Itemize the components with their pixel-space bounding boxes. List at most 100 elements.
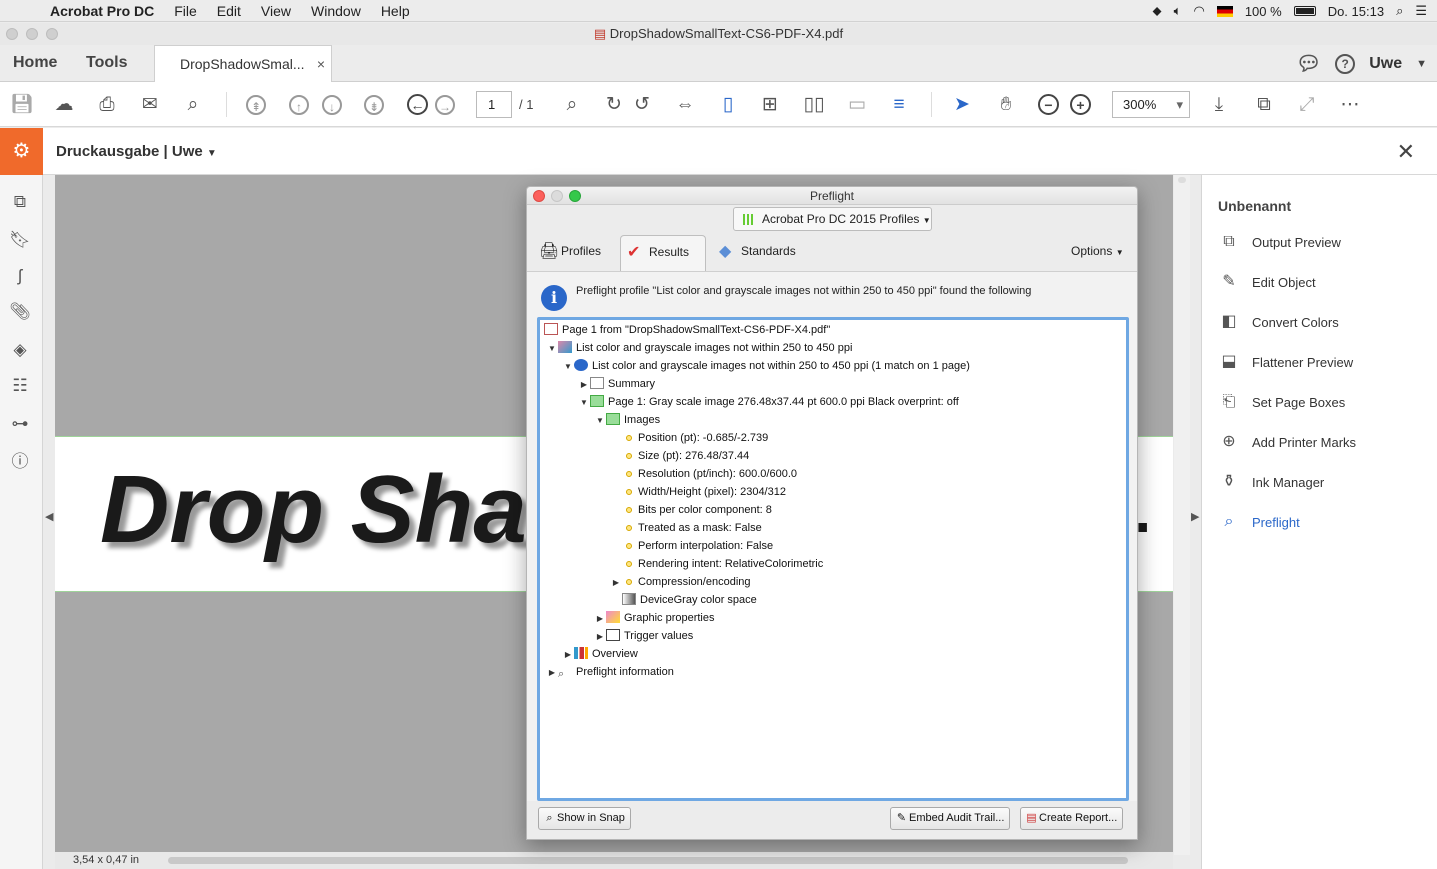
tool-preflight[interactable]: ⌕ Preflight xyxy=(1218,511,1428,533)
menu-file[interactable]: File xyxy=(164,3,207,19)
tree-row-rendering-intent[interactable]: Rendering intent: RelativeColorimetric xyxy=(622,555,823,573)
tree-row-graphic-properties[interactable]: ▶ Graphic properties xyxy=(594,609,715,627)
close-window-button[interactable] xyxy=(6,28,18,40)
scrolling-mode-icon[interactable]: ⊞ xyxy=(758,93,782,117)
previous-view-icon[interactable]: ← xyxy=(407,94,428,115)
last-page-icon[interactable]: ⇟ xyxy=(364,95,384,115)
page-thumbnails-icon[interactable]: ⧉ xyxy=(1252,93,1276,117)
user-name[interactable]: Uwe xyxy=(1369,55,1402,73)
next-view-icon[interactable]: → xyxy=(435,95,455,115)
tree-row-interpolation[interactable]: Perform interpolation: False xyxy=(622,537,773,555)
fit-width-icon[interactable]: ⇔ xyxy=(673,93,697,117)
tree-row-colorspace[interactable]: DeviceGray color space xyxy=(622,591,757,609)
tree-row-bits[interactable]: Bits per color component: 8 xyxy=(622,501,772,519)
print-production-tool-icon[interactable] xyxy=(0,128,43,175)
content-panel-icon[interactable]: ⊶ xyxy=(9,413,31,435)
spotlight-icon[interactable]: ⌕ xyxy=(1396,3,1403,19)
minimize-window-button[interactable] xyxy=(26,28,38,40)
tree-row-size[interactable]: Size (pt): 276.48/37.44 xyxy=(622,447,749,465)
tool-flattener-preview[interactable]: ⬓ Flattener Preview xyxy=(1218,351,1428,373)
tool-set-page-boxes[interactable]: ⎗ Set Page Boxes xyxy=(1218,391,1428,413)
dropbox-icon[interactable]: ⬥ xyxy=(1153,3,1162,19)
zoom-level-select[interactable]: 300% xyxy=(1112,91,1190,118)
previous-page-icon[interactable]: ↑ xyxy=(289,95,309,115)
disclosure-collapsed-icon[interactable]: ▶ xyxy=(546,664,558,682)
create-report-button[interactable]: ▤ Create Report... xyxy=(1020,807,1124,830)
menu-view[interactable]: View xyxy=(251,3,301,19)
tree-row-images[interactable]: ▼ Images xyxy=(594,411,660,429)
bookmarks-icon[interactable]: 🔖︎ xyxy=(9,229,31,251)
tree-row-overview[interactable]: ▶ Overview xyxy=(562,645,638,663)
tags-icon[interactable]: ⓘ xyxy=(9,451,31,473)
search-icon[interactable]: ⌕ xyxy=(181,93,205,117)
more-tools-icon[interactable]: ⋯ xyxy=(1338,93,1362,117)
layers-icon[interactable]: ◈ xyxy=(9,339,31,361)
collapse-left-pane-icon[interactable]: ◀ xyxy=(45,510,53,523)
page-thumbnails-nav-icon[interactable]: ⧉ xyxy=(9,191,31,213)
zoom-window-button[interactable] xyxy=(46,28,58,40)
tool-output-preview[interactable]: ⧉ Output Preview xyxy=(1218,231,1428,253)
print-icon[interactable]: ⎙ xyxy=(95,93,119,117)
order-panel-icon[interactable]: ☷ xyxy=(9,375,31,397)
tree-row-page-file[interactable]: Page 1 from "DropShadowSmallText-CS6-PDF… xyxy=(544,321,830,339)
signatures-icon[interactable]: ʃ xyxy=(9,265,31,287)
tool-add-printer-marks[interactable]: ⊕ Add Printer Marks xyxy=(1218,431,1428,453)
tab-profiles[interactable]: 🖨︎ Profiles xyxy=(535,235,613,271)
save-icon[interactable]: 💾︎ xyxy=(10,93,34,117)
page-number-input[interactable]: 1 xyxy=(476,91,512,118)
tool-set-chevron-icon[interactable]: ▼ xyxy=(207,148,217,159)
dialog-zoom-button[interactable] xyxy=(569,190,581,202)
rotate-clockwise-icon[interactable]: ↻ xyxy=(602,93,626,117)
rotate-counterclockwise-icon[interactable]: ↺ xyxy=(630,93,654,117)
tool-convert-colors[interactable]: ◧ Convert Colors xyxy=(1218,311,1428,333)
attachments-icon[interactable]: 📎︎ xyxy=(9,301,31,323)
tree-row-compression[interactable]: ▶ Compression/encoding xyxy=(610,573,751,591)
horizontal-scrollbar[interactable] xyxy=(168,857,1128,864)
menu-window[interactable]: Window xyxy=(301,3,371,19)
disclosure-expanded-icon[interactable]: ▼ xyxy=(562,358,574,376)
menu-edit[interactable]: Edit xyxy=(207,3,251,19)
notification-center-icon[interactable]: ☰ xyxy=(1415,3,1427,19)
volume-icon[interactable]: 🔈︎ xyxy=(1174,3,1182,19)
tab-results[interactable]: ✔ Results xyxy=(620,235,706,271)
tab-tools[interactable]: Tools xyxy=(86,45,127,82)
wifi-icon[interactable]: ◠ xyxy=(1193,3,1204,19)
embed-audit-trail-button[interactable]: ✎ Embed Audit Trail... xyxy=(890,807,1011,830)
tree-row-summary[interactable]: ▶ Summary xyxy=(578,375,655,393)
dialog-close-button[interactable] xyxy=(533,190,545,202)
tree-row-pixel-dimensions[interactable]: Width/Height (pixel): 2304/312 xyxy=(622,483,786,501)
clock[interactable]: Do. 15:13 xyxy=(1328,4,1384,19)
disclosure-collapsed-icon[interactable]: ▶ xyxy=(562,646,574,664)
results-tree[interactable]: Page 1 from "DropShadowSmallText-CS6-PDF… xyxy=(537,317,1129,801)
tree-row-image-hit[interactable]: ▼ Page 1: Gray scale image 276.48x37.44 p… xyxy=(578,393,959,411)
user-menu-chevron-icon[interactable]: ▼ xyxy=(1416,58,1427,70)
zoom-out-icon[interactable]: − xyxy=(1038,94,1059,115)
fit-page-icon[interactable]: ⤓ xyxy=(1207,93,1231,117)
disclosure-collapsed-icon[interactable]: ▶ xyxy=(610,574,622,592)
upload-icon[interactable]: ☁ xyxy=(52,93,76,117)
disclosure-expanded-icon[interactable]: ▼ xyxy=(546,340,558,358)
tree-row-check[interactable]: ▼ List color and grayscale images not wit… xyxy=(562,357,970,375)
vertical-scrollbar[interactable] xyxy=(1174,175,1190,855)
options-menu[interactable]: Options ▼ xyxy=(1071,244,1124,258)
tool-edit-object[interactable]: ✎ Edit Object xyxy=(1218,271,1428,293)
close-tool-set-icon[interactable]: ✕ xyxy=(1397,128,1415,175)
reading-mode-icon[interactable]: ≡ xyxy=(887,93,911,117)
marquee-zoom-icon[interactable]: ⌕ xyxy=(560,93,584,117)
select-tool-icon[interactable]: ➤ xyxy=(950,93,974,117)
input-source-flag-icon[interactable] xyxy=(1216,5,1233,17)
tree-row-resolution[interactable]: Resolution (pt/inch): 600.0/600.0 xyxy=(622,465,797,483)
disclosure-collapsed-icon[interactable]: ▶ xyxy=(594,610,606,628)
zoom-in-icon[interactable]: + xyxy=(1070,94,1091,115)
single-page-icon[interactable]: ▯ xyxy=(716,93,740,117)
tab-standards[interactable]: ◆ Standards xyxy=(717,235,807,271)
hand-tool-icon[interactable]: ✋︎ xyxy=(994,93,1018,117)
show-in-snap-button[interactable]: ⌕ Show in Snap xyxy=(538,807,631,830)
tree-row-profile[interactable]: ▼ List color and grayscale images not wit… xyxy=(546,339,852,357)
disclosure-collapsed-icon[interactable]: ▶ xyxy=(594,628,606,646)
presentation-mode-icon[interactable]: ▭ xyxy=(845,93,869,117)
email-icon[interactable]: ✉ xyxy=(138,93,162,117)
tree-row-trigger-values[interactable]: ▶ Trigger values xyxy=(594,627,693,645)
battery-icon[interactable] xyxy=(1293,6,1316,16)
disclosure-expanded-icon[interactable]: ▼ xyxy=(578,394,590,412)
